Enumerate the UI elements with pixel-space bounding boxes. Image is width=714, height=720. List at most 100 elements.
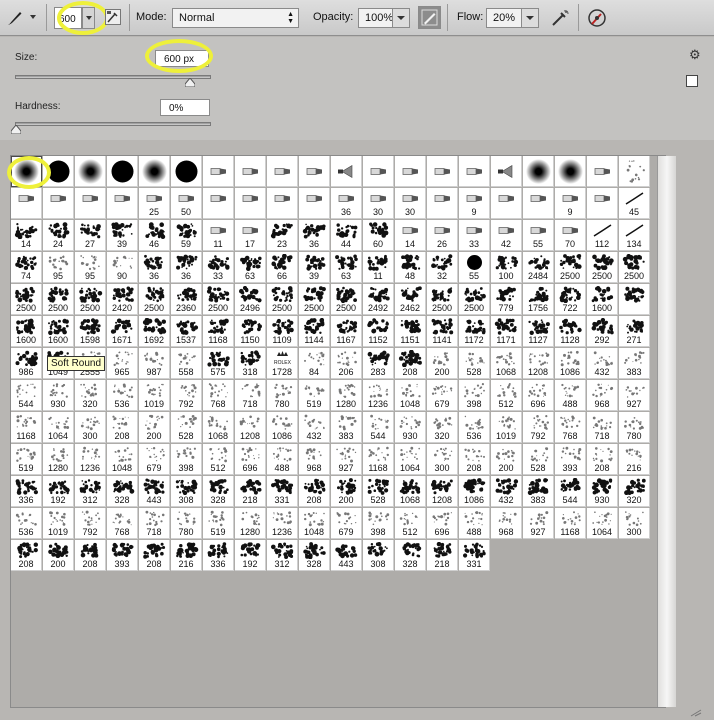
resize-grip-icon[interactable] xyxy=(690,709,702,717)
brush-preset-cell[interactable]: 36 xyxy=(331,188,362,219)
brush-preset-cell[interactable]: 965 xyxy=(107,348,138,379)
brush-preset-cell[interactable]: 23 xyxy=(267,220,298,251)
brush-preset-cell[interactable]: 718 xyxy=(139,508,170,539)
brush-preset-cell[interactable]: 768 xyxy=(203,380,234,411)
brush-preset-cell[interactable]: 208 xyxy=(75,540,106,571)
brush-preset-cell[interactable]: 218 xyxy=(427,540,458,571)
brush-preset-cell[interactable]: 383 xyxy=(619,348,650,379)
hardness-value-field[interactable]: 0% xyxy=(160,99,210,116)
brush-preset-cell[interactable]: 70 xyxy=(555,220,586,251)
brush-preset-cell[interactable]: 1171 xyxy=(491,316,522,347)
brush-preset-cell[interactable]: 2500 xyxy=(459,284,490,315)
brush-preset-cell[interactable]: 544 xyxy=(363,412,394,443)
brush-preset-cell[interactable]: 432 xyxy=(491,476,522,507)
brush-preset-cell[interactable] xyxy=(299,188,330,219)
brush-preset-cell[interactable]: 930 xyxy=(395,412,426,443)
brush-preset-cell[interactable]: 1167 xyxy=(331,316,362,347)
brush-preset-cell[interactable]: 519 xyxy=(203,508,234,539)
brush-preset-cell[interactable]: 1168 xyxy=(11,412,42,443)
brush-preset-cell[interactable] xyxy=(11,156,42,187)
brush-preset-cell[interactable]: 328 xyxy=(395,540,426,571)
brush-preset-cell[interactable]: 292 xyxy=(587,316,618,347)
brush-preset-cell[interactable]: 544 xyxy=(11,380,42,411)
brush-preset-cell[interactable]: 208 xyxy=(459,444,490,475)
brush-preset-cell[interactable]: 780 xyxy=(619,412,650,443)
brush-preset-cell[interactable]: 528 xyxy=(363,476,394,507)
brush-preset-cell[interactable]: 968 xyxy=(299,444,330,475)
brush-preset-cell[interactable]: 718 xyxy=(587,412,618,443)
brush-preset-cell[interactable]: 208 xyxy=(587,444,618,475)
brush-preset-cell[interactable]: 2360 xyxy=(171,284,202,315)
brush-preset-cell[interactable]: 328 xyxy=(107,476,138,507)
brush-preset-cell[interactable]: 1600 xyxy=(11,316,42,347)
size-slider-track[interactable] xyxy=(15,75,211,79)
brush-preset-cell[interactable]: 2500 xyxy=(299,284,330,315)
brush-preset-cell[interactable]: 1086 xyxy=(555,348,586,379)
brush-preset-cell[interactable] xyxy=(43,188,74,219)
brush-preset-cell[interactable] xyxy=(107,188,138,219)
brush-preset-cell[interactable]: 968 xyxy=(491,508,522,539)
brush-preset-cell[interactable]: 1537 xyxy=(171,316,202,347)
brush-preset-cell[interactable]: 927 xyxy=(331,444,362,475)
brush-preset-cell[interactable]: ROLEX 1728 xyxy=(267,348,298,379)
brush-preset-cell[interactable]: 2484 xyxy=(523,252,554,283)
brush-preset-cell[interactable] xyxy=(523,188,554,219)
brush-preset-cell[interactable]: 443 xyxy=(139,476,170,507)
brush-preset-cell[interactable]: 36 xyxy=(299,220,330,251)
brush-preset-cell[interactable]: 200 xyxy=(139,412,170,443)
brush-preset-cell[interactable]: 536 xyxy=(11,508,42,539)
brush-preset-cell[interactable]: 780 xyxy=(171,508,202,539)
brush-preset-cell[interactable] xyxy=(235,156,266,187)
new-preset-icon[interactable] xyxy=(686,75,698,87)
brush-preset-cell[interactable]: 2500 xyxy=(203,284,234,315)
brush-preset-cell[interactable]: 393 xyxy=(555,444,586,475)
brush-preset-cell[interactable]: 930 xyxy=(587,476,618,507)
brush-preset-cell[interactable]: 512 xyxy=(203,444,234,475)
brush-preset-cell[interactable]: 336 xyxy=(203,540,234,571)
brush-preset-cell[interactable]: 1152 xyxy=(363,316,394,347)
brush-preset-cell[interactable]: 192 xyxy=(43,476,74,507)
brush-preset-cell[interactable]: 1168 xyxy=(555,508,586,539)
brush-preset-cell[interactable] xyxy=(395,156,426,187)
brush-preset-cell[interactable]: 1141 xyxy=(427,316,458,347)
brush-preset-cell[interactable] xyxy=(75,188,106,219)
brush-preset-cell[interactable]: 1168 xyxy=(363,444,394,475)
mode-select[interactable]: Normal ▲ ▼ xyxy=(172,8,299,28)
gear-icon[interactable]: ⚙ xyxy=(689,47,701,63)
brush-preset-cell[interactable]: 1086 xyxy=(459,476,490,507)
brush-preset-cell[interactable]: 488 xyxy=(267,444,298,475)
brush-preset-cell[interactable]: 1019 xyxy=(43,508,74,539)
brush-preset-cell[interactable]: 336 xyxy=(11,476,42,507)
brush-preset-cell[interactable]: 383 xyxy=(331,412,362,443)
brush-preset-cell[interactable]: 696 xyxy=(427,508,458,539)
brush-preset-cell[interactable]: 986 xyxy=(11,348,42,379)
brush-preset-cell[interactable]: 512 xyxy=(491,380,522,411)
brush-preset-cell[interactable]: 1280 xyxy=(235,508,266,539)
brush-preset-cell[interactable] xyxy=(587,156,618,187)
brush-preset-cell[interactable]: 1068 xyxy=(203,412,234,443)
brush-preset-cell[interactable]: 218 xyxy=(235,476,266,507)
brush-preset-cell[interactable]: 216 xyxy=(619,444,650,475)
brush-preset-cell[interactable]: 208 xyxy=(395,348,426,379)
brush-preset-cell[interactable] xyxy=(299,156,330,187)
brush-preset-cell[interactable]: 432 xyxy=(587,348,618,379)
brush-preset-cell[interactable]: 1150 xyxy=(235,316,266,347)
brush-preset-cell[interactable]: 383 xyxy=(523,476,554,507)
brush-preset-cell[interactable]: 271 xyxy=(619,316,650,347)
brush-preset-cell[interactable]: 216 xyxy=(171,540,202,571)
brush-preset-cell[interactable]: 59 xyxy=(171,220,202,251)
tool-preset-chevron-icon[interactable] xyxy=(29,13,37,21)
brush-preset-cell[interactable]: 722 xyxy=(555,284,586,315)
brush-preset-cell[interactable]: 320 xyxy=(75,380,106,411)
brush-preset-cell[interactable] xyxy=(331,156,362,187)
brush-preset-cell[interactable]: 987 xyxy=(139,348,170,379)
brush-preset-cell[interactable]: 74 xyxy=(11,252,42,283)
airbrush-icon[interactable] xyxy=(549,7,571,29)
brush-preset-cell[interactable]: 206 xyxy=(331,348,362,379)
brush-preset-cell[interactable]: 300 xyxy=(75,412,106,443)
brush-preset-cell[interactable]: 398 xyxy=(459,380,490,411)
brush-preset-cell[interactable]: 1064 xyxy=(587,508,618,539)
brush-preset-cell[interactable]: 1236 xyxy=(363,380,394,411)
brush-preset-cell[interactable]: 2500 xyxy=(331,284,362,315)
brush-preset-cell[interactable]: 283 xyxy=(363,348,394,379)
